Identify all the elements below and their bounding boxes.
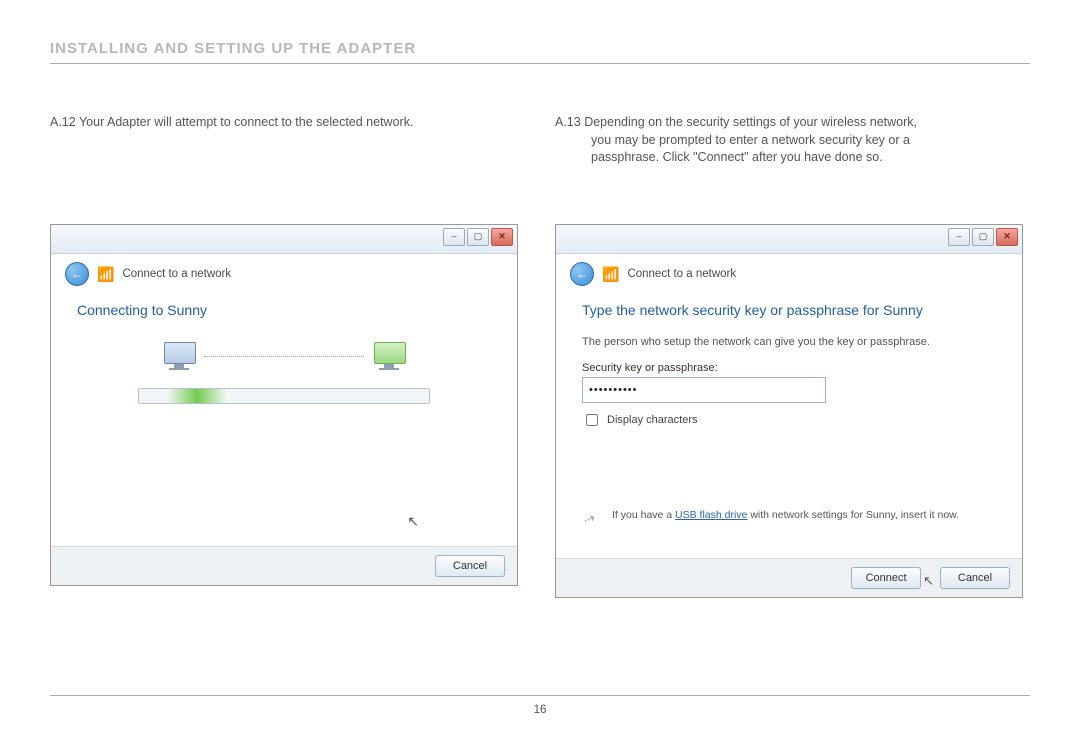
back-icon[interactable]: ← (570, 262, 594, 286)
cancel-button[interactable]: Cancel (940, 567, 1010, 589)
cursor-icon: ↖ (407, 513, 419, 530)
passphrase-label: Security key or passphrase: (582, 362, 996, 374)
connection-line (204, 356, 364, 357)
monitor-icon (162, 342, 196, 370)
step-a13-l1: Depending on the security settings of yo… (584, 115, 917, 129)
step-a12-id: A.12 (50, 115, 76, 129)
connection-graphic (77, 342, 491, 370)
dialog-title: Connecting to Sunny (77, 302, 491, 318)
page-footer: 16 (50, 689, 1030, 716)
dialog-header-label: Connect to a network (627, 268, 736, 280)
dialog-header-label: Connect to a network (122, 268, 231, 280)
usb-note-pre: If you have a (612, 509, 675, 521)
close-button[interactable]: ✕ (491, 228, 513, 246)
maximize-button[interactable]: ▢ (467, 228, 489, 246)
maximize-button[interactable]: ▢ (972, 228, 994, 246)
dialog-info: The person who setup the network can giv… (582, 336, 996, 348)
usb-icon: ⇢ (580, 505, 603, 524)
network-icon: 📶 (97, 266, 114, 283)
cancel-button[interactable]: Cancel (435, 555, 505, 577)
back-icon[interactable]: ← (65, 262, 89, 286)
display-characters-label: Display characters (607, 414, 697, 426)
dialog-title: Type the network security key or passphr… (582, 302, 996, 318)
network-icon: 📶 (602, 266, 619, 283)
page-number: 16 (534, 704, 547, 716)
dialog-connecting: – ▢ ✕ ← 📶 Connect to a network Connectin… (50, 224, 518, 586)
progress-bar (138, 388, 430, 404)
monitor-icon (372, 342, 406, 370)
step-a12-text: A.12 Your Adapter will attempt to connec… (50, 114, 525, 174)
step-a13-l2: you may be prompted to enter a network s… (555, 132, 1030, 150)
minimize-button[interactable]: – (948, 228, 970, 246)
minimize-button[interactable]: – (443, 228, 465, 246)
display-characters-row[interactable]: Display characters (582, 411, 996, 429)
cursor-icon: ↖ (923, 573, 934, 589)
usb-note: ⇢ If you have a USB flash drive with net… (582, 509, 996, 521)
section-title: INSTALLING AND SETTING UP THE ADAPTER (50, 40, 1030, 57)
usb-note-post: with network settings for Sunny, insert … (747, 509, 959, 521)
connect-button[interactable]: Connect (851, 567, 921, 589)
dialog-passphrase: – ▢ ✕ ← 📶 Connect to a network Type the … (555, 224, 1023, 598)
usb-link[interactable]: USB flash drive (675, 509, 747, 521)
titlebar: – ▢ ✕ (51, 225, 517, 254)
step-a12-body: Your Adapter will attempt to connect to … (79, 115, 413, 129)
passphrase-input[interactable] (582, 377, 826, 403)
step-a13-l3: passphrase. Click "Connect" after you ha… (555, 149, 1030, 167)
step-a13-id: A.13 (555, 115, 581, 129)
close-button[interactable]: ✕ (996, 228, 1018, 246)
step-a13-text: A.13 Depending on the security settings … (555, 114, 1030, 174)
top-rule (50, 63, 1030, 64)
titlebar: – ▢ ✕ (556, 225, 1022, 254)
display-characters-checkbox[interactable] (586, 414, 598, 426)
